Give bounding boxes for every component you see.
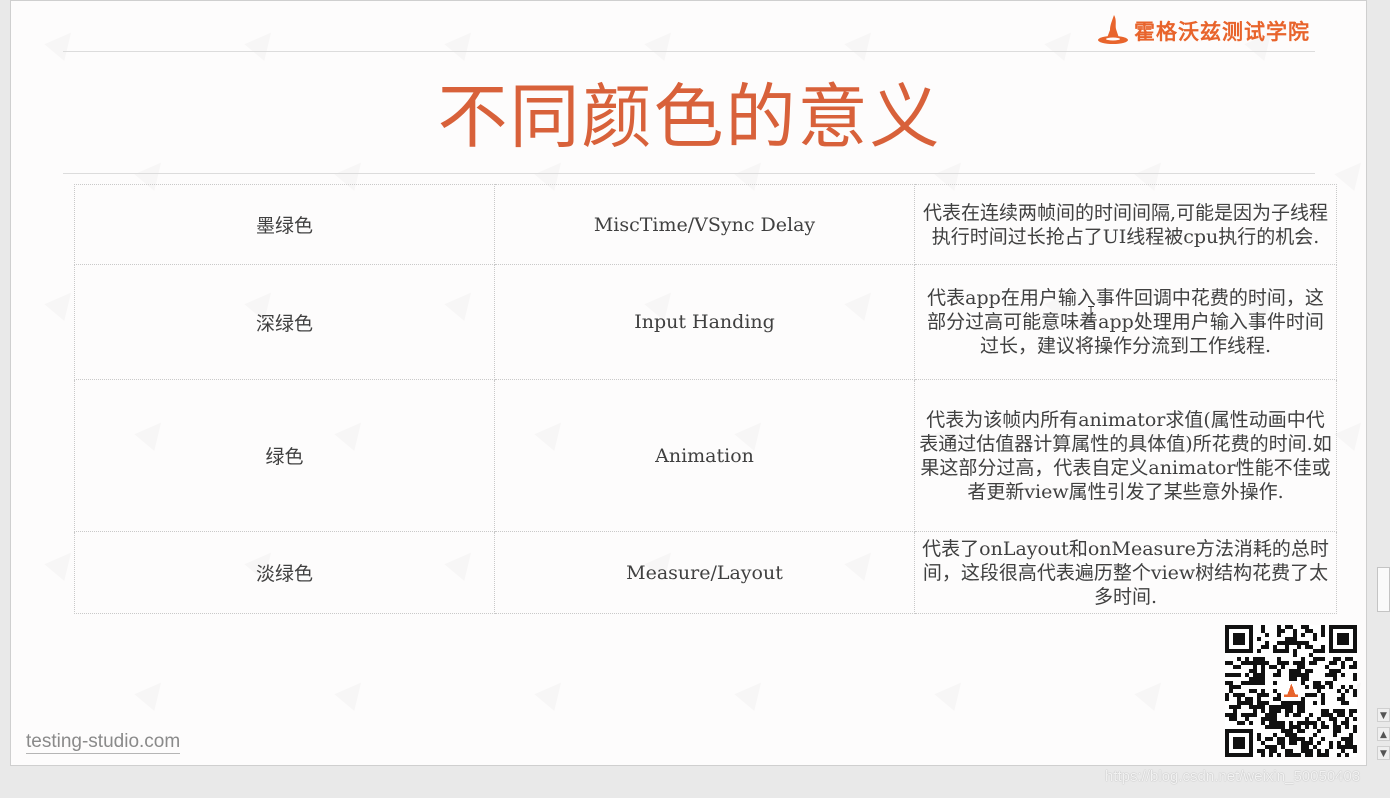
description-cell: 代表了onLayout和onMeasure方法消耗的总时间，这段很高代表遍历整个… <box>914 531 1337 614</box>
watermark-glyph: ▲ <box>841 17 887 64</box>
table-row: 淡绿色 Measure/Layout 代表了onLayout和onMeasure… <box>74 531 1337 614</box>
arrow-up-icon[interactable]: ▲ <box>1377 727 1390 741</box>
watermark-glyph: ▲ <box>331 667 377 714</box>
watermark-glyph: ▲ <box>441 17 487 64</box>
slide-title: 不同颜色的意义 <box>437 76 942 158</box>
metric-name-cell: Animation <box>494 379 915 532</box>
scrollbar-thumb[interactable] <box>1377 567 1390 612</box>
description-cell: 代表在连续两帧间的时间间隔,可能是因为子线程执行时间过长抢占了UI线程被cpu执… <box>914 184 1337 265</box>
description-cell: 代表app在用户输入事件回调中花费的时间，这部分过高可能意味着app处理用户输入… <box>914 264 1337 380</box>
witch-hat-icon <box>1098 15 1128 44</box>
qr-code-icon <box>1225 625 1357 757</box>
color-meaning-table: 墨绿色 MiscTime/VSync Delay 代表在连续两帧间的时间间隔,可… <box>74 184 1337 614</box>
color-cell: 墨绿色 <box>74 184 495 265</box>
description-cell: 代表为该帧内所有animator求值(属性动画中代表通过估值器计算属性的具体值)… <box>914 379 1337 532</box>
watermark-glyph: ▲ <box>531 667 577 714</box>
color-cell: 绿色 <box>74 379 495 532</box>
text-cursor-icon <box>1088 306 1094 322</box>
site-url: testing-studio.com <box>26 731 181 754</box>
brand-name: 霍格沃兹测试学院 <box>1134 20 1310 44</box>
presentation-slide: ▲▲▲▲▲▲▲▲▲▲▲▲▲▲▲▲▲▲▲▲▲▲▲▲▲▲▲▲▲▲▲▲▲▲▲▲▲▲▲▲… <box>10 0 1367 766</box>
watermark-glyph: ▲ <box>131 667 177 714</box>
table-row: 绿色 Animation 代表为该帧内所有animator求值(属性动画中代表通… <box>74 379 1337 532</box>
watermark-glyph: ▲ <box>1131 667 1177 714</box>
csdn-watermark: https://blog.csdn.net/weixin_50050403 <box>1105 768 1361 785</box>
title-divider <box>63 173 1315 174</box>
watermark-glyph: ▲ <box>41 17 87 64</box>
metric-name-cell: Measure/Layout <box>494 531 915 614</box>
watermark-glyph: ▲ <box>1041 17 1087 64</box>
watermark-glyph: ▲ <box>641 17 687 64</box>
brand-logo: 霍格沃兹测试学院 <box>1096 11 1310 51</box>
metric-name-cell: MiscTime/VSync Delay <box>494 184 915 265</box>
color-cell: 深绿色 <box>74 264 495 380</box>
color-cell: 淡绿色 <box>74 531 495 614</box>
watermark-glyph: ▲ <box>241 17 287 64</box>
top-divider <box>63 51 1315 52</box>
arrow-down-icon[interactable]: ▼ <box>1377 708 1390 722</box>
watermark-glyph: ▲ <box>731 667 777 714</box>
metric-name-cell: Input Handing <box>494 264 915 380</box>
table-row: 墨绿色 MiscTime/VSync Delay 代表在连续两帧间的时间间隔,可… <box>74 184 1337 265</box>
arrow-down-icon[interactable]: ▼ <box>1377 746 1390 760</box>
watermark-glyph: ▲ <box>931 667 977 714</box>
table-row: 深绿色 Input Handing 代表app在用户输入事件回调中花费的时间，这… <box>74 264 1337 380</box>
